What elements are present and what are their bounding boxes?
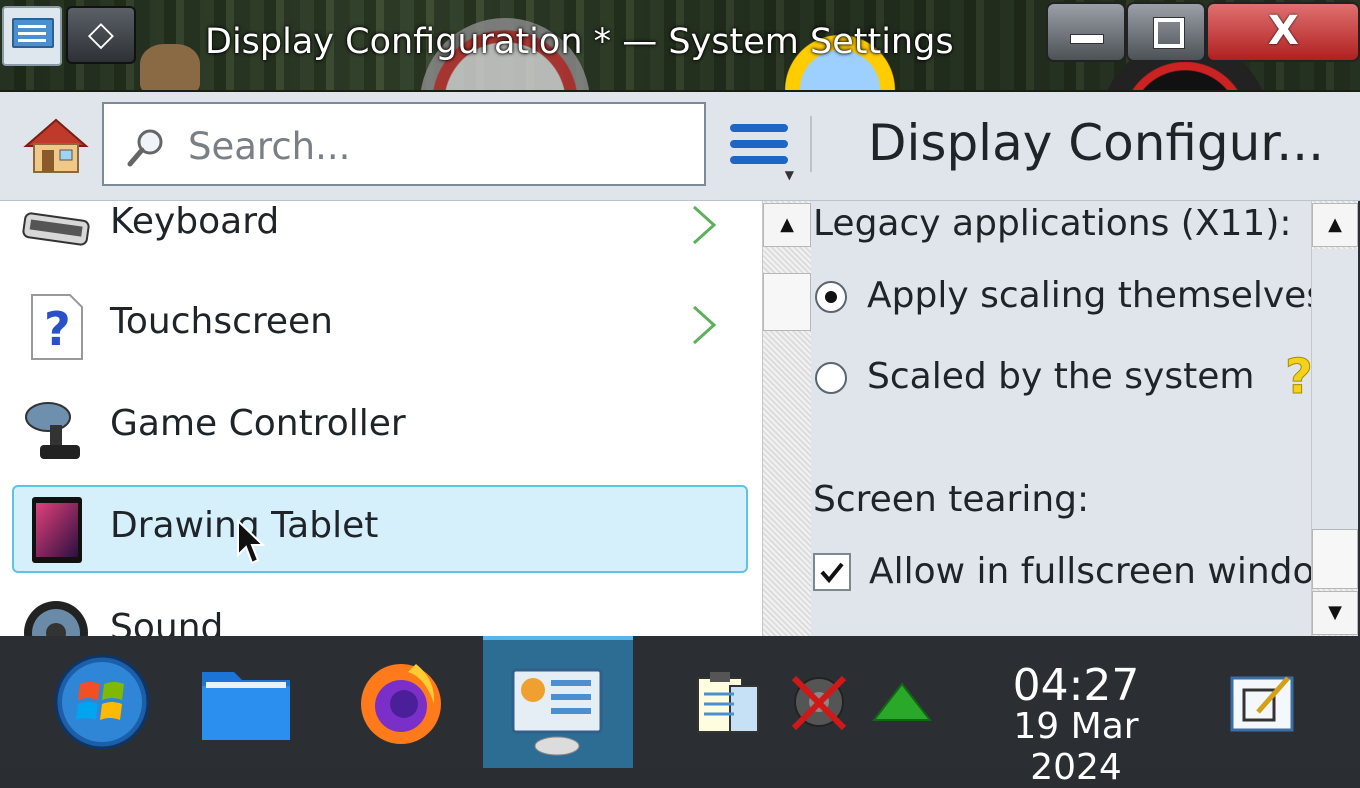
help-icon[interactable]: ?: [1283, 349, 1312, 401]
scrollbar-thumb[interactable]: [763, 273, 811, 331]
arrow-up-icon: ▲: [1328, 214, 1342, 235]
category-label: Game Controller: [110, 403, 406, 444]
home-icon: [23, 118, 89, 173]
scroll-down-button[interactable]: ▼: [1312, 591, 1358, 635]
firefox-button[interactable]: [344, 636, 456, 768]
search-input[interactable]: [186, 118, 690, 174]
scaled-by-system-label[interactable]: Scaled by the system: [867, 356, 1254, 397]
firefox-icon: [361, 664, 441, 744]
category-label: Keyboard: [110, 201, 280, 242]
allow-fullscreen-checkbox[interactable]: [813, 553, 851, 591]
arrow-down-icon: ▼: [1328, 602, 1342, 623]
category-item-keyboard[interactable]: Keyboard: [12, 201, 748, 269]
scrollbar-thumb[interactable]: [1312, 529, 1358, 589]
chevron-down-icon: ▼: [784, 168, 794, 182]
minimize-icon: [1070, 34, 1104, 44]
window-menu-button[interactable]: [2, 6, 62, 66]
search-icon: [127, 129, 163, 167]
chevron-right-icon: [692, 205, 717, 245]
audio-muted-icon: [791, 675, 847, 731]
page-title: Display Configur...: [868, 114, 1324, 172]
category-list-scrollbar[interactable]: ▲: [762, 201, 811, 636]
category-item-drawing-tablet[interactable]: Drawing Tablet: [12, 485, 748, 573]
display-settings-pane: Legacy applications (X11): Apply scaling…: [811, 201, 1311, 636]
screen-tearing-label: Screen tearing:: [813, 479, 1090, 520]
hamburger-menu-icon: [730, 124, 788, 132]
start-menu-button[interactable]: [40, 636, 164, 768]
keyboard-icon: [22, 212, 90, 246]
settings-toolbar: ▼ Display Configur...: [0, 92, 1360, 201]
category-item-touchscreen[interactable]: ? Touchscreen: [12, 281, 748, 369]
game-controller-icon: [25, 402, 80, 459]
settings-scrollbar[interactable]: ▲ ▼: [1311, 201, 1358, 636]
category-label: Touchscreen: [110, 301, 333, 342]
drawing-tablet-icon: [32, 497, 82, 563]
arrow-up-icon: ▲: [780, 214, 794, 235]
windows-logo-icon: [54, 654, 150, 750]
mouse-cursor-icon: [237, 519, 266, 565]
hamburger-menu-button[interactable]: ▼: [726, 122, 794, 182]
apply-scaling-label[interactable]: Apply scaling themselves: [867, 275, 1311, 316]
checkmark-icon: [820, 562, 844, 584]
clipboard-icon: [697, 672, 759, 733]
window-title: Display Configuration * — System Setting…: [205, 22, 954, 62]
network-tray-button[interactable]: [871, 680, 933, 728]
clipboard-tray-button[interactable]: [694, 668, 762, 740]
category-item-sound[interactable]: Sound: [12, 587, 748, 636]
sound-icon: [24, 601, 88, 636]
home-button[interactable]: [22, 116, 90, 176]
minimize-button[interactable]: [1046, 2, 1126, 62]
touchscreen-icon: ?: [31, 294, 83, 360]
system-settings-icon: [12, 18, 54, 48]
svg-text:?: ?: [1285, 349, 1311, 401]
taskbar: 04:27 19 Mar 2024: [0, 636, 1360, 788]
system-settings-task-button[interactable]: [483, 636, 633, 768]
toolbar-divider: [810, 116, 812, 172]
diamond-icon: ◇: [87, 14, 115, 54]
category-label: Sound: [110, 607, 224, 636]
maximize-button[interactable]: [1126, 2, 1206, 62]
file-manager-button[interactable]: [190, 636, 302, 768]
legacy-apps-label: Legacy applications (X11):: [813, 203, 1292, 244]
notes-tray-button[interactable]: [1228, 672, 1296, 738]
notes-icon: [1230, 676, 1294, 732]
system-settings-icon: [511, 668, 603, 756]
scaled-by-system-radio[interactable]: [815, 362, 847, 394]
svg-text:?: ?: [44, 302, 71, 356]
network-icon: [871, 682, 933, 721]
close-icon: X: [1268, 8, 1299, 54]
category-item-game-controller[interactable]: Game Controller: [12, 383, 748, 471]
scrollbar-track: [1312, 249, 1358, 529]
clock-date[interactable]: 19 Mar 2024: [962, 706, 1190, 788]
window-titlebar[interactable]: ◇ Display Configuration * — System Setti…: [0, 0, 1360, 92]
close-button[interactable]: X: [1206, 2, 1360, 62]
scroll-up-button[interactable]: ▲: [763, 203, 811, 247]
chevron-right-icon: [692, 305, 717, 345]
apply-scaling-radio[interactable]: [815, 281, 847, 313]
folder-icon: [202, 672, 290, 740]
category-list: Keyboard ? Touchscreen Game Controller D…: [0, 201, 762, 636]
clock-time[interactable]: 04:27: [962, 660, 1190, 711]
scroll-up-button[interactable]: ▲: [1312, 203, 1358, 247]
wallpaper-decoration: [140, 44, 200, 90]
maximize-icon: [1154, 18, 1184, 48]
volume-tray-button[interactable]: [788, 670, 850, 738]
allow-fullscreen-label[interactable]: Allow in fullscreen windows: [869, 551, 1311, 592]
keep-above-button[interactable]: ◇: [66, 6, 136, 64]
search-field[interactable]: [102, 102, 706, 186]
